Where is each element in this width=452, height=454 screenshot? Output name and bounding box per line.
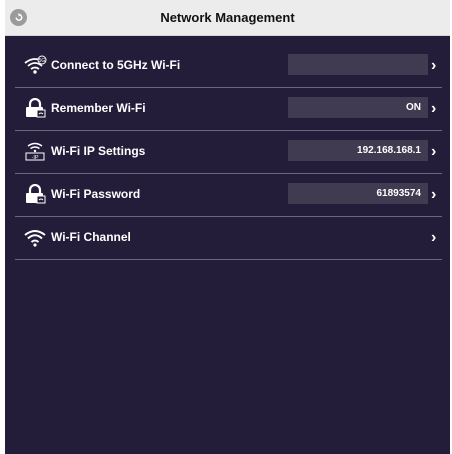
row-value-field: ON — [288, 97, 428, 118]
row-label: Wi-Fi Channel — [51, 230, 131, 244]
chevron-right-icon: › — [431, 186, 437, 203]
row-wifi-ip-settings[interactable]: ·IP Wi-Fi IP Settings 192.168.168.1 › — [15, 131, 442, 174]
lock-icon — [23, 183, 47, 205]
chevron-right-icon: › — [431, 57, 437, 74]
row-label: Remember Wi-Fi — [51, 101, 146, 115]
header-bar: Network Management — [5, 0, 450, 36]
chevron-right-icon: › — [431, 229, 437, 246]
chevron-right-icon: › — [431, 100, 437, 117]
row-value-field — [288, 54, 428, 75]
page-title: Network Management — [160, 10, 295, 25]
row-remember-wifi[interactable]: Remember Wi-Fi ON › — [15, 88, 442, 131]
chevron-right-icon: › — [431, 143, 437, 160]
row-label: Connect to 5GHz Wi-Fi — [51, 58, 181, 72]
svg-text:5G: 5G — [39, 58, 46, 64]
network-management-screen: Network Management 5G Connect to 5GHz Wi… — [5, 0, 450, 454]
row-wifi-channel[interactable]: Wi-Fi Channel › — [15, 217, 442, 260]
row-value-field: 61893574 — [288, 183, 428, 204]
row-value-field: 192.168.168.1 — [288, 140, 428, 161]
wifi-ip-icon: ·IP — [23, 140, 47, 162]
svg-text:·IP: ·IP — [31, 155, 38, 161]
row-label: Wi-Fi Password — [51, 187, 141, 201]
lock-icon — [23, 97, 47, 119]
wifi-icon — [23, 226, 47, 248]
wifi-5ghz-icon: 5G — [23, 54, 47, 76]
settings-list: 5G Connect to 5GHz Wi-Fi › Remember Wi-F… — [5, 45, 450, 260]
row-connect-5ghz[interactable]: 5G Connect to 5GHz Wi-Fi › — [15, 45, 442, 88]
row-label: Wi-Fi IP Settings — [51, 144, 146, 158]
row-wifi-password[interactable]: Wi-Fi Password 61893574 › — [15, 174, 442, 217]
